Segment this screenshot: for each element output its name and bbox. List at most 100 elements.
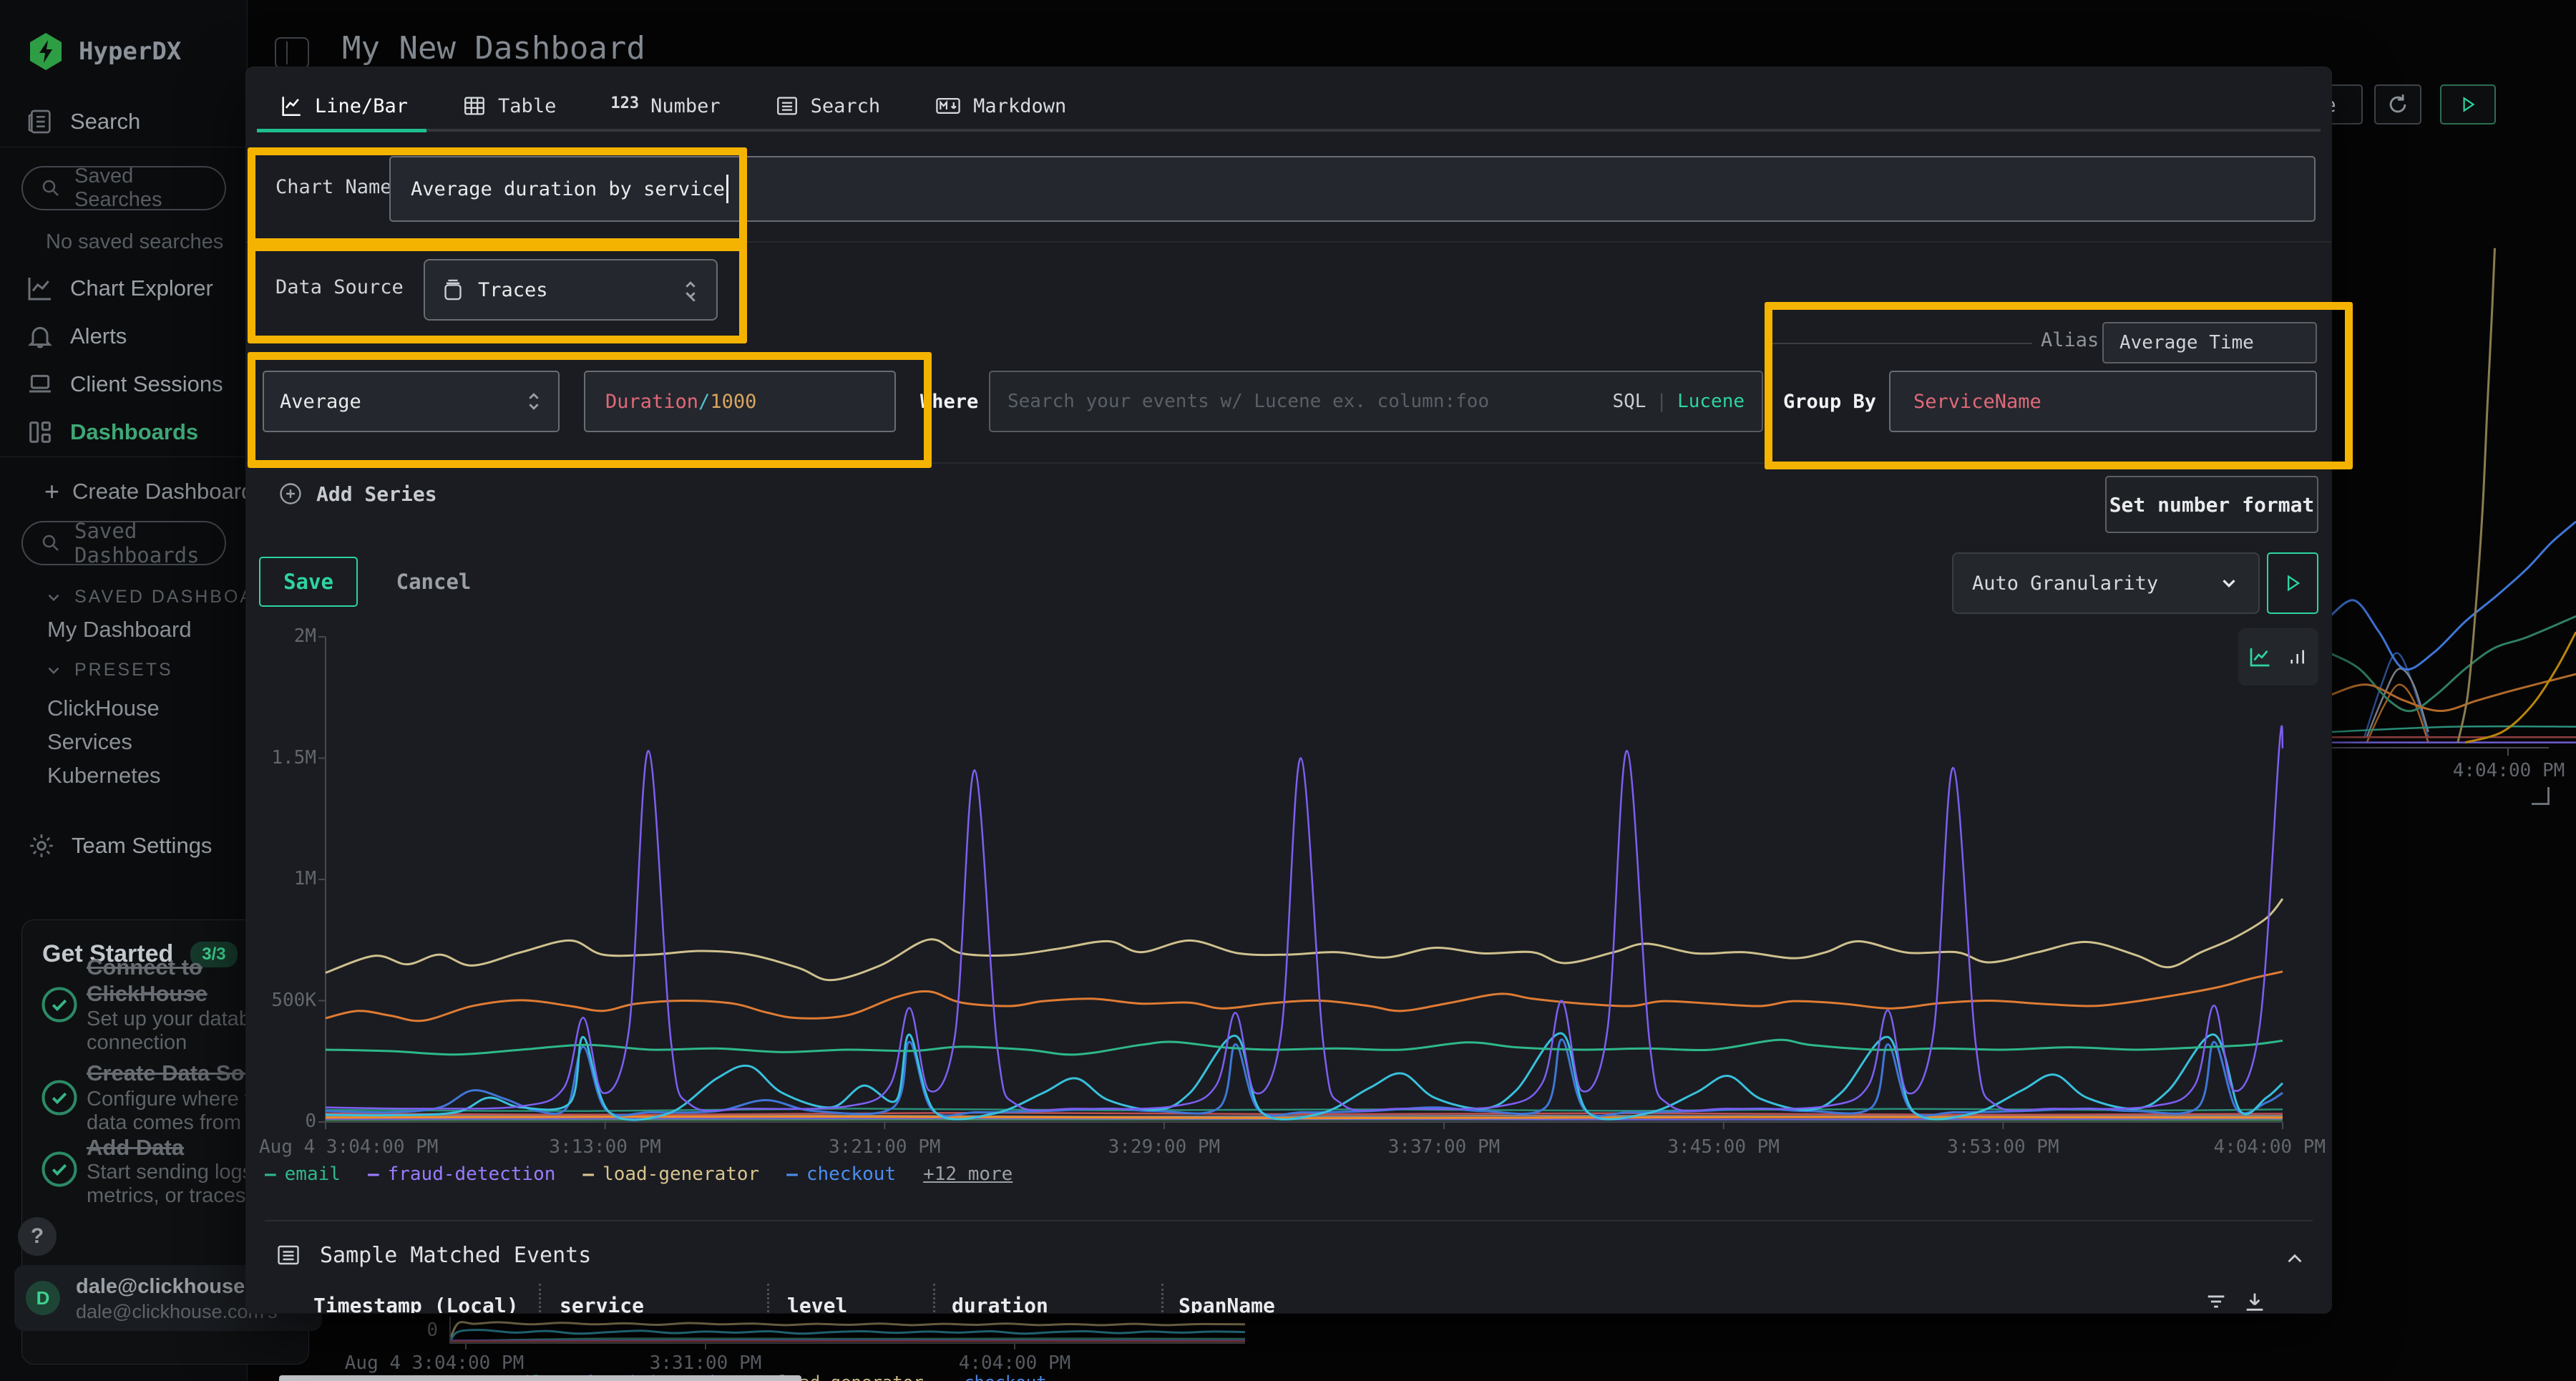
saved-searches-input[interactable]: Saved Searches xyxy=(21,166,226,210)
tab-table[interactable]: Table xyxy=(462,94,556,118)
legend-label: email xyxy=(285,1163,341,1185)
screen: HyperDX Search Saved Searches No saved s… xyxy=(0,0,2576,1381)
where-label: Where xyxy=(920,391,978,413)
sidebar-item-label: Client Sessions xyxy=(70,371,223,397)
legend-label: checkout xyxy=(806,1163,896,1185)
aggregation-select[interactable]: Average xyxy=(263,371,560,432)
tab-markdown[interactable]: Markdown xyxy=(935,94,1066,118)
alias-input[interactable]: Average Time xyxy=(2102,322,2317,363)
tab-search[interactable]: Search xyxy=(775,94,881,118)
sidebar-item-kubernetes[interactable]: Kubernetes xyxy=(47,763,161,789)
add-series-button[interactable]: Add Series xyxy=(278,481,437,507)
legend-item[interactable]: —load-generator xyxy=(582,1163,759,1185)
hyperdx-logo-icon xyxy=(27,31,64,72)
scrollbar[interactable] xyxy=(279,1375,801,1381)
column-header-timestamp-local-[interactable]: Timestamp (Local) xyxy=(272,1284,539,1313)
data-source-select[interactable]: Traces xyxy=(424,259,718,321)
sample-events-header[interactable]: Sample Matched Events xyxy=(275,1242,591,1268)
chevron-up-icon[interactable] xyxy=(2283,1246,2307,1271)
sidebar-item-client-sessions[interactable]: Client Sessions xyxy=(26,370,223,399)
edit-chart-panel: Line/Bar Table 123 Number Search Markdow… xyxy=(246,67,2331,1313)
axis xyxy=(449,1342,1245,1344)
sidebar-item-label: Chart Explorer xyxy=(70,275,213,301)
resize-handle[interactable] xyxy=(2532,787,2550,805)
avatar: D xyxy=(26,1281,60,1315)
sidebar-item-dashboards[interactable]: Dashboards xyxy=(26,418,198,446)
saved-dashboards-input[interactable]: Saved Dashboards xyxy=(21,521,226,565)
presets-section[interactable]: PRESETS xyxy=(44,660,173,680)
rule xyxy=(1766,343,2032,344)
run-dashboard-button[interactable] xyxy=(2440,84,2496,125)
legend-item[interactable]: — checkout xyxy=(786,1163,896,1185)
x-tick-label: 3:53:00 PM xyxy=(1924,1136,2082,1158)
column-header-service[interactable]: service xyxy=(539,1284,767,1313)
lucene-toggle[interactable]: Lucene xyxy=(1677,391,1745,412)
no-saved-searches: No saved searches xyxy=(46,230,223,254)
chart-name-input[interactable]: Average duration by service xyxy=(389,156,2316,222)
run-chart-button[interactable] xyxy=(2267,552,2318,614)
sample-events-title: Sample Matched Events xyxy=(320,1243,591,1268)
brand-name: HyperDX xyxy=(79,37,181,66)
sidebar-item-chart-explorer[interactable]: Chart Explorer xyxy=(26,274,213,303)
sidebar-item-label: Search xyxy=(70,109,140,135)
collapse-sidebar-button[interactable] xyxy=(275,37,309,69)
download-icon[interactable] xyxy=(2243,1289,2267,1313)
axis-tick xyxy=(705,1344,706,1350)
create-dashboard-label: Create Dashboard xyxy=(72,479,253,504)
save-button[interactable]: Save xyxy=(259,557,358,607)
sidebar-item-label: Alerts xyxy=(70,323,127,349)
y-tick-label: 2M xyxy=(253,625,316,647)
help-button[interactable]: ? xyxy=(18,1217,57,1256)
sidebar-item-services[interactable]: Services xyxy=(47,729,132,755)
bar-chart-toggle-icon[interactable] xyxy=(2287,645,2310,668)
filter-icon[interactable] xyxy=(2204,1289,2228,1313)
sidebar-item-my-dashboard[interactable]: My Dashboard xyxy=(47,617,192,643)
search-icon xyxy=(40,177,62,199)
legend-item[interactable]: —email xyxy=(265,1163,341,1185)
cancel-button[interactable]: Cancel xyxy=(374,557,494,607)
create-dashboard-button[interactable]: + Create Dashboard xyxy=(44,477,253,507)
divider xyxy=(246,241,2331,243)
sidebar-item-team-settings[interactable]: Team Settings xyxy=(27,831,212,860)
field-input[interactable]: Duration/1000 xyxy=(584,371,896,432)
granularity-select[interactable]: Auto Granularity xyxy=(1952,552,2260,614)
sidebar-item-alerts[interactable]: Alerts xyxy=(26,322,127,351)
refresh-button[interactable] xyxy=(2374,84,2421,125)
y-tick-label: 500K xyxy=(253,990,316,1011)
tab-label: Search xyxy=(811,95,881,117)
tab-line-bar[interactable]: Line/Bar xyxy=(279,94,408,118)
column-header-level[interactable]: level xyxy=(767,1284,933,1313)
check-circle-icon xyxy=(38,1148,81,1191)
field-a: Duration xyxy=(605,391,698,413)
sql-toggle[interactable]: SQL xyxy=(1612,391,1646,412)
chevron-down-icon xyxy=(44,661,63,680)
chart-type-toggle xyxy=(2238,628,2318,685)
chart-name-label: Chart Name xyxy=(275,176,392,198)
brand[interactable]: HyperDX xyxy=(27,31,181,72)
divider xyxy=(265,1220,2313,1221)
legend-more-link[interactable]: +12 more xyxy=(923,1163,1013,1185)
x-tick-label: 4:04:00 PM xyxy=(2437,760,2576,781)
gear-icon xyxy=(27,831,56,860)
page-title: My New Dashboard xyxy=(342,30,645,67)
line-chart-toggle-icon[interactable] xyxy=(2247,644,2273,670)
set-number-format-button[interactable]: Set number format xyxy=(2105,476,2318,533)
table-icon xyxy=(462,94,487,118)
column-header-duration[interactable]: duration xyxy=(933,1284,1161,1313)
legend-dash-icon: — xyxy=(786,1163,798,1185)
play-icon xyxy=(2459,95,2477,114)
plus-icon: + xyxy=(44,477,59,507)
background-chart-right xyxy=(2330,222,2576,748)
sidebar-item-search[interactable]: Search xyxy=(26,107,140,136)
column-header-spanname[interactable]: SpanName xyxy=(1161,1284,1591,1313)
tab-number[interactable]: 123 Number xyxy=(610,95,720,117)
laptop-icon xyxy=(26,370,54,399)
group-by-value: ServiceName xyxy=(1913,391,2041,413)
sidebar-item-clickhouse[interactable]: ClickHouse xyxy=(47,696,160,721)
where-search-input[interactable]: Search your events w/ Lucene ex. column:… xyxy=(989,371,1763,432)
group-by-input[interactable]: ServiceName xyxy=(1889,371,2317,432)
x-tick-label: 3:45:00 PM xyxy=(1645,1136,1802,1158)
dashboard-icon xyxy=(26,418,54,446)
legend-item[interactable]: —fraud-detection xyxy=(368,1163,555,1185)
chart-legend: —email —fraud-detection —load-generator — ch… xyxy=(265,1163,1013,1185)
